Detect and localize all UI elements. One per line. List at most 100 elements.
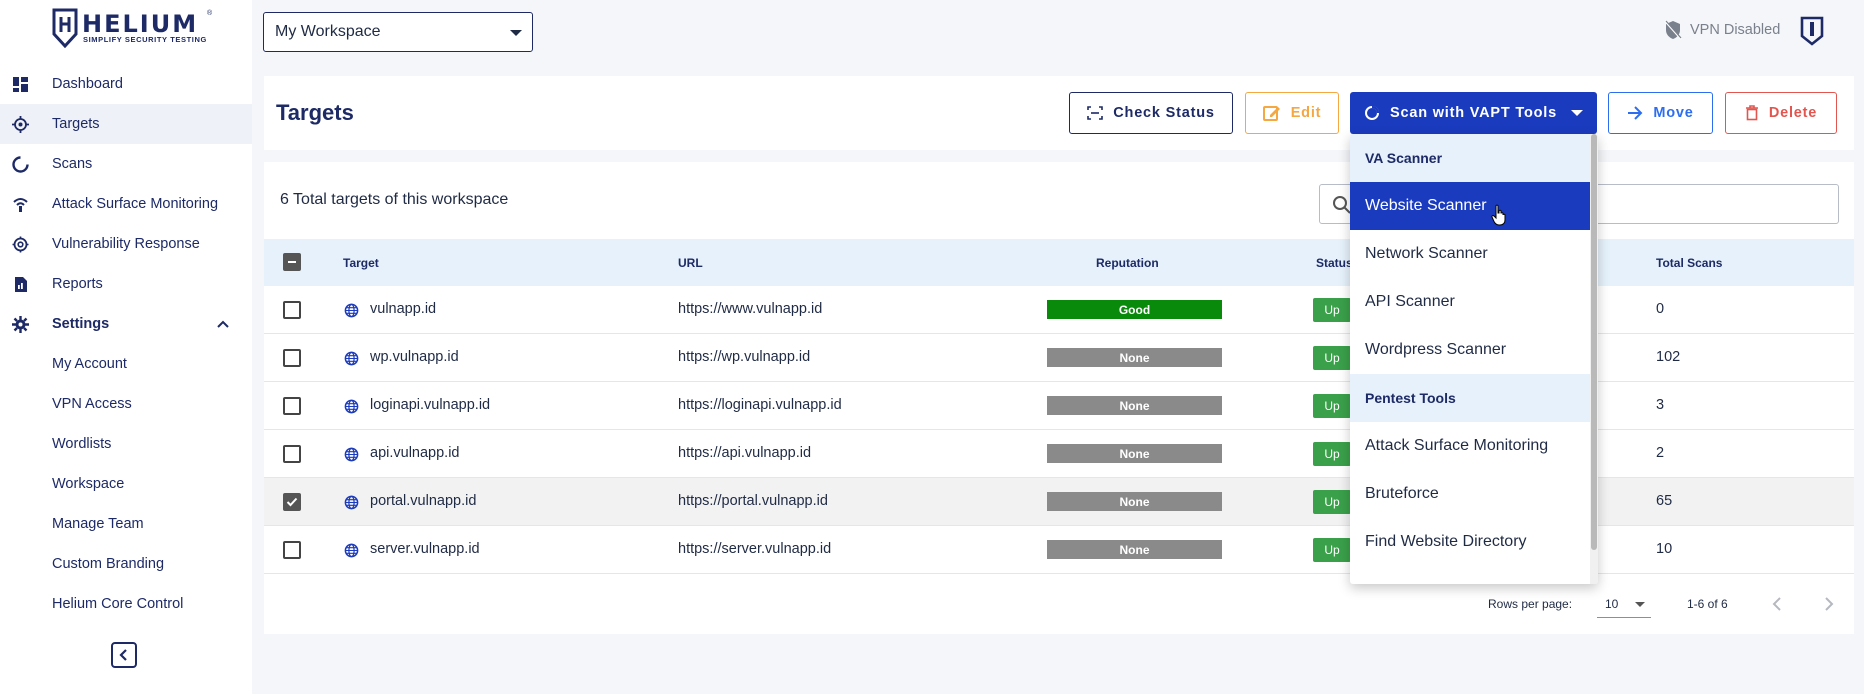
search-icon: [1333, 196, 1351, 214]
target-name[interactable]: portal.vulnapp.id: [370, 493, 476, 509]
table-row[interactable]: portal.vulnapp.id https://portal.vulnapp…: [264, 478, 1854, 526]
menu-scrollbar-thumb[interactable]: [1591, 134, 1597, 550]
sidebar-item-settings[interactable]: Settings: [0, 304, 252, 344]
sidebar-item-vulnerability-response[interactable]: Vulnerability Response: [0, 224, 252, 264]
column-header-status[interactable]: Status: [1316, 256, 1353, 270]
sidebar-item-workspace[interactable]: Workspace: [0, 464, 252, 504]
edit-button[interactable]: Edit: [1245, 92, 1339, 134]
row-checkbox[interactable]: [283, 541, 301, 559]
reputation-badge: None: [1047, 396, 1222, 415]
target-name[interactable]: api.vulnapp.id: [370, 445, 460, 461]
sidebar-item-targets[interactable]: Targets: [0, 104, 252, 144]
next-page-button[interactable]: [1818, 594, 1838, 614]
delete-button[interactable]: Delete: [1725, 92, 1837, 134]
target-url: https://server.vulnapp.id: [678, 541, 832, 557]
rows-per-page-label: Rows per page:: [1488, 597, 1573, 611]
menu-item-website-scanner[interactable]: Website Scanner: [1350, 182, 1590, 230]
total-scans-value: 65: [1656, 493, 1673, 509]
scan-frame-icon: [1087, 106, 1104, 120]
menu-item-api-scanner[interactable]: API Scanner: [1350, 278, 1590, 326]
scan-with-vapt-tools-button[interactable]: Scan with VAPT Tools: [1350, 92, 1597, 134]
target-name[interactable]: loginapi.vulnapp.id: [370, 397, 490, 413]
select-all-checkbox[interactable]: [283, 253, 301, 271]
menu-item-bruteforce[interactable]: Bruteforce: [1350, 470, 1590, 518]
row-checkbox[interactable]: [283, 349, 301, 367]
sidebar-item-wordlists[interactable]: Wordlists: [0, 424, 252, 464]
helium-logo[interactable]: HELIUM ® SIMPLIFY SECURITY TESTING: [52, 8, 222, 50]
row-checkbox[interactable]: [283, 301, 301, 319]
table-row[interactable]: server.vulnapp.id https://server.vulnapp…: [264, 526, 1854, 574]
pagination-range: 1-6 of 6: [1687, 597, 1728, 611]
page-header: Targets Check Status Edit Scan with VAPT…: [264, 76, 1854, 150]
table-row[interactable]: wp.vulnapp.id https://wp.vulnapp.id None…: [264, 334, 1854, 382]
column-header-reputation[interactable]: Reputation: [1096, 256, 1159, 270]
sidebar-item-my-account[interactable]: My Account: [0, 344, 252, 384]
check-status-label: Check Status: [1113, 105, 1215, 121]
sidebar: HELIUM ® SIMPLIFY SECURITY TESTING Dashb…: [0, 0, 252, 694]
reputation-badge: None: [1047, 540, 1222, 559]
status-badge: Up: [1313, 442, 1351, 466]
previous-page-button[interactable]: [1768, 594, 1788, 614]
dashboard-icon: [13, 77, 28, 92]
globe-icon: [344, 399, 359, 414]
status-badge: Up: [1313, 394, 1351, 418]
collapse-sidebar-button[interactable]: [111, 642, 137, 668]
table-row[interactable]: vulnapp.id https://www.vulnapp.id Good U…: [264, 286, 1854, 334]
menu-group-header-pentest-tools: Pentest Tools: [1350, 374, 1590, 422]
sidebar-item-dashboard[interactable]: Dashboard: [0, 64, 252, 104]
sidebar-item-label: Attack Surface Monitoring: [52, 196, 219, 212]
status-badge: Up: [1313, 346, 1351, 370]
menu-group-header-va-scanner: VA Scanner: [1350, 134, 1590, 182]
delete-label: Delete: [1768, 105, 1818, 121]
target-url: https://wp.vulnapp.id: [678, 349, 811, 365]
target-url: https://www.vulnapp.id: [678, 301, 823, 317]
target-name[interactable]: vulnapp.id: [370, 301, 436, 317]
sidebar-item-attack-surface-monitoring[interactable]: Attack Surface Monitoring: [0, 184, 252, 224]
menu-item-network-scanner[interactable]: Network Scanner: [1350, 230, 1590, 278]
target-url: https://loginapi.vulnapp.id: [678, 397, 842, 413]
chevron-up-icon: [217, 320, 229, 328]
column-header-total-scans[interactable]: Total Scans: [1656, 256, 1722, 270]
total-scans-value: 2: [1656, 445, 1665, 461]
column-header-target[interactable]: Target: [343, 256, 379, 270]
menu-item-attack-surface-monitoring[interactable]: Attack Surface Monitoring: [1350, 422, 1590, 470]
row-checkbox[interactable]: [283, 445, 301, 463]
status-badge: Up: [1313, 298, 1351, 322]
check-status-button[interactable]: Check Status: [1069, 92, 1233, 134]
menu-item-find-website-directory[interactable]: Find Website Directory: [1350, 518, 1590, 566]
sidebar-item-manage-team[interactable]: Manage Team: [0, 504, 252, 544]
rows-per-page-select[interactable]: 10: [1597, 588, 1651, 618]
arrow-right-icon: [1628, 106, 1643, 120]
sidebar-item-label: Targets: [52, 116, 100, 132]
target-url: https://api.vulnapp.id: [678, 445, 812, 461]
status-badge: Up: [1313, 490, 1351, 514]
sidebar-item-scans[interactable]: Scans: [0, 144, 252, 184]
workspace-select[interactable]: My Workspace: [263, 12, 533, 52]
table-row[interactable]: api.vulnapp.id https://api.vulnapp.id No…: [264, 430, 1854, 478]
sidebar-item-reports[interactable]: Reports: [0, 264, 252, 304]
target-name[interactable]: server.vulnapp.id: [370, 541, 480, 557]
total-targets-label: 6 Total targets of this workspace: [280, 191, 509, 208]
user-shield-icon[interactable]: [1800, 16, 1824, 46]
globe-icon: [344, 447, 359, 462]
vpn-status-label: VPN Disabled: [1690, 22, 1781, 38]
menu-item-wordpress-scanner[interactable]: Wordpress Scanner: [1350, 326, 1590, 374]
hand-cursor-icon: [1491, 204, 1506, 226]
move-label: Move: [1653, 105, 1694, 121]
loading-circle-icon: [1365, 105, 1380, 120]
page-title: Targets: [276, 100, 354, 125]
target-name[interactable]: wp.vulnapp.id: [370, 349, 459, 365]
column-header-url[interactable]: URL: [678, 256, 703, 270]
caret-down-icon: [1635, 602, 1645, 607]
row-checkbox[interactable]: [283, 397, 301, 415]
sidebar-item-vpn-access[interactable]: VPN Access: [0, 384, 252, 424]
sidebar-item-helium-core-control[interactable]: Helium Core Control: [0, 584, 252, 624]
table-row[interactable]: loginapi.vulnapp.id https://loginapi.vul…: [264, 382, 1854, 430]
total-scans-value: 10: [1656, 541, 1673, 557]
move-button[interactable]: Move: [1608, 92, 1713, 134]
report-icon: [15, 277, 27, 292]
chevron-left-icon: [119, 649, 127, 661]
sidebar-item-custom-branding[interactable]: Custom Branding: [0, 544, 252, 584]
row-checkbox[interactable]: [283, 493, 301, 511]
targets-table-card: 6 Total targets of this workspace Target…: [264, 162, 1854, 634]
